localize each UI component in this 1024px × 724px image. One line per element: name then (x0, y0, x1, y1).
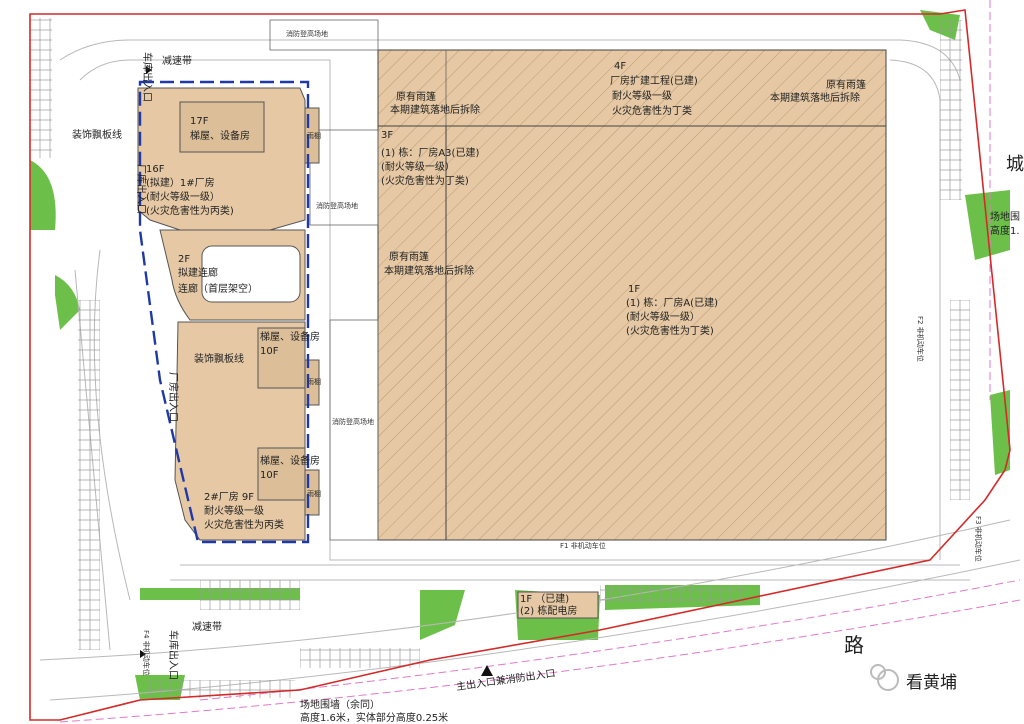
label-b2-9f-3: 火灾危害性为丙类 (204, 518, 284, 531)
label-b1-16f-4: (火灾危害性为丙类) (146, 204, 234, 217)
watermark-text: 看黄埔 (906, 673, 957, 693)
label-canopy-demolish-2b: 本期建筑落地后拆除 (770, 91, 860, 104)
label-canopy-demolish-1b: 本期建筑落地后拆除 (390, 103, 480, 116)
label-canopy-demolish-3a: 原有雨篷 (389, 250, 429, 263)
label-b1-16f-2: (拟建）1#厂房 (146, 176, 215, 189)
label-b2-10f-a-1: 梯屋、设备房 (260, 330, 320, 343)
label-b2-9f-1: 2#厂房 9F (204, 490, 254, 503)
label-corridor-2: 拟建连廊 (178, 266, 218, 279)
label-canopy-3: 雨棚 (307, 489, 321, 498)
label-substation-1: 1F （已建) (520, 592, 569, 605)
label-fire-platform-low: 消防登高场地 (332, 417, 374, 426)
label-a-2: (1) 栋：厂房A(已建) (626, 296, 718, 309)
label-right-edge-2: 高度1. (990, 224, 1020, 237)
label-a3-2: (1) 栋：厂房A3(已建) (381, 146, 479, 159)
label-ext-4f-4: 火灾危害性为丁类 (612, 104, 692, 117)
label-f4-parking: F4 非机动车位 (142, 630, 151, 676)
label-canopy-demolish-3b: 本期建筑落地后拆除 (384, 264, 474, 277)
label-substation-2: (2) 栋配电房 (520, 604, 577, 617)
label-b1-16f-1: 16F (146, 164, 165, 175)
label-right-edge-char: 城 (1006, 154, 1024, 175)
label-f1-parking: F1 非机动车位 (560, 541, 606, 550)
label-b2-10f-b-2: 10F (260, 470, 279, 481)
label-a-3: (耐火等级一级） (626, 310, 700, 323)
site-plan: 看黄埔 消防登高场地 车库出入口 减速带 装饰飘板线 厂库出入口 17F 梯屋、… (0, 0, 1024, 724)
label-f2-parking: F2 非机动车位 (916, 316, 925, 362)
label-fire-platform-mid: 消防登高场地 (316, 201, 358, 210)
label-a-4: (火灾危害性为丁类) (626, 324, 714, 337)
label-speed-bump-top: 减速带 (162, 55, 192, 67)
label-canopy-1: 雨棚 (307, 131, 321, 140)
label-b1-16f-3: (耐火等级一级） (146, 190, 220, 203)
label-ext-4f-3: 耐火等级一级 (612, 89, 672, 102)
label-right-edge-1: 场地围 (990, 210, 1020, 223)
label-a3-3: (耐火等级一级） (381, 160, 455, 173)
label-b1-17f-2: 梯屋、设备房 (190, 129, 250, 142)
label-speed-bump-bottom: 减速带 (192, 621, 222, 633)
label-a3-4: (火灾危害性为丁类) (381, 174, 469, 187)
label-corridor-1: 2F (178, 254, 190, 265)
label-f3-parking: F3 非机动车位 (974, 516, 983, 562)
label-ext-4f-1: 4F (614, 61, 626, 72)
label-garage-exit-top: 车库出入口 (141, 52, 154, 102)
label-fire-platform-top: 消防登高场地 (286, 29, 328, 38)
label-b1-17f-1: 17F (190, 116, 209, 127)
label-garage-exit-bottom: 车库出入口 (167, 630, 180, 680)
existing-factory-a (377, 49, 887, 541)
label-road: 路 (844, 633, 864, 657)
label-factory-exit-2: 厂房出入口 (167, 372, 180, 422)
label-b2-10f-a-2: 10F (260, 346, 279, 357)
label-deco-line-1: 装饰飘板线 (72, 128, 122, 141)
label-canopy-demolish-1a: 原有雨篷 (396, 90, 436, 103)
label-wall-2: 高度1.6米，实体部分高度0.25米 (300, 711, 448, 724)
label-corridor-3: 连廊（首层架空） (178, 282, 258, 295)
label-b2-9f-2: 耐火等级一级 (204, 504, 264, 517)
label-a-1: 1F (628, 284, 640, 295)
label-a3-1: 3F (381, 130, 393, 141)
label-wall-1: 场地围墙（余同） (300, 698, 380, 711)
label-canopy-2: 雨棚 (307, 377, 321, 386)
label-deco-line-2: 装饰飘板线 (194, 352, 244, 365)
label-canopy-demolish-2a: 原有雨篷 (826, 78, 866, 91)
label-b2-10f-b-1: 梯屋、设备房 (260, 454, 320, 467)
label-ext-4f-2: 厂房扩建工程(已建) (610, 74, 698, 87)
